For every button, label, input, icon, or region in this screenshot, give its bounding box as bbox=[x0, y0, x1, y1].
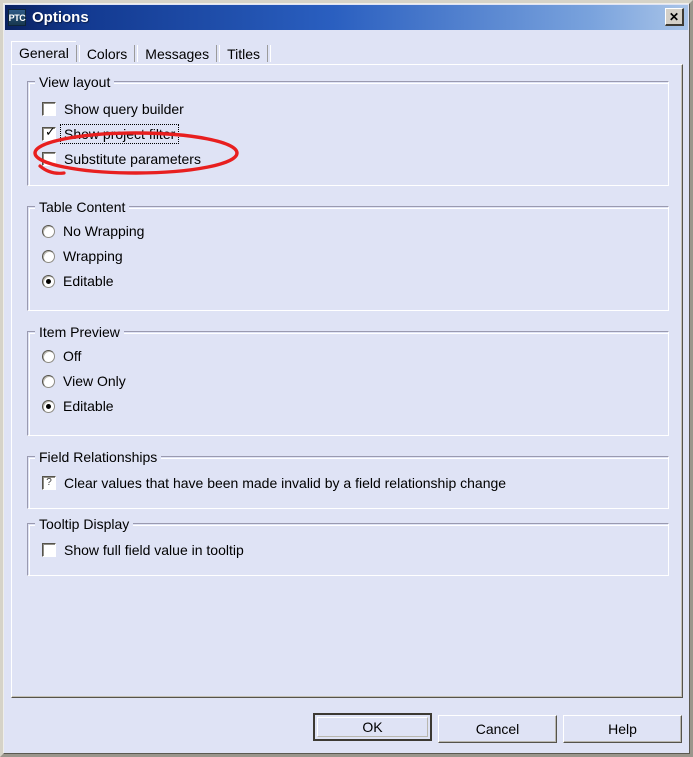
group-body: Show query builder ✓ Show project filter… bbox=[28, 94, 668, 185]
checkbox-row-show-full-field-value[interactable]: Show full field value in tooltip bbox=[42, 540, 244, 560]
ptc-logo-icon: PTC bbox=[8, 9, 26, 26]
group-body: Show full field value in tooltip bbox=[28, 536, 668, 575]
close-icon[interactable]: ✕ bbox=[665, 8, 684, 26]
window-title: Options bbox=[32, 9, 89, 26]
radio-label: No Wrapping bbox=[63, 223, 145, 239]
tab-panel-inner: View layout Show query builder ✓ Show pr… bbox=[12, 65, 682, 697]
radio-unselected-icon[interactable] bbox=[42, 249, 55, 263]
radio-label: Off bbox=[63, 348, 82, 364]
checkbox-indeterminate-icon[interactable]: ? bbox=[42, 476, 56, 490]
radio-label: View Only bbox=[63, 373, 126, 389]
group-title-table-content: Table Content bbox=[35, 199, 130, 215]
checkbox-unchecked-icon[interactable] bbox=[42, 152, 56, 166]
radio-label: Editable bbox=[63, 398, 114, 414]
cancel-button[interactable]: Cancel bbox=[438, 715, 557, 743]
group-title-item-preview: Item Preview bbox=[35, 324, 124, 340]
checkmark-glyph: ✓ bbox=[45, 125, 56, 140]
group-body: ? Clear values that have been made inval… bbox=[28, 469, 668, 508]
checkbox-label: Substitute parameters bbox=[64, 151, 201, 167]
radio-row-wrapping[interactable]: Wrapping bbox=[42, 246, 123, 266]
title-bar[interactable]: PTC Options ✕ bbox=[5, 5, 688, 30]
radio-row-view-only[interactable]: View Only bbox=[42, 371, 126, 391]
radio-row-editable[interactable]: Editable bbox=[42, 396, 114, 416]
radio-unselected-icon[interactable] bbox=[42, 224, 55, 238]
radio-selected-icon[interactable] bbox=[42, 399, 55, 413]
group-title-view-layout: View layout bbox=[35, 74, 115, 90]
help-button-label: Help bbox=[608, 721, 637, 737]
checkbox-label: Show query builder bbox=[64, 101, 184, 117]
radio-row-no-wrapping[interactable]: No Wrapping bbox=[42, 221, 144, 241]
checkbox-row-show-query-builder[interactable]: Show query builder bbox=[42, 99, 184, 119]
radio-unselected-icon[interactable] bbox=[42, 349, 55, 363]
radio-unselected-icon[interactable] bbox=[42, 374, 55, 388]
checkbox-unchecked-icon[interactable] bbox=[42, 102, 56, 116]
radio-selected-icon[interactable] bbox=[42, 274, 55, 288]
checkbox-row-substitute-parameters[interactable]: Substitute parameters bbox=[42, 149, 201, 169]
radio-row-editable[interactable]: Editable bbox=[42, 271, 114, 291]
group-title-field-relationships: Field Relationships bbox=[35, 449, 162, 465]
tab-messages[interactable]: Messages bbox=[138, 43, 217, 65]
radio-dot bbox=[46, 278, 51, 284]
group-view-layout: View layout Show query builder ✓ Show pr… bbox=[27, 74, 669, 186]
tab-titles[interactable]: Titles bbox=[220, 43, 268, 65]
checkbox-label: Clear values that have been made invalid… bbox=[64, 475, 507, 491]
checkbox-label: Show project filter bbox=[59, 124, 180, 144]
radio-label: Wrapping bbox=[63, 248, 123, 264]
tab-separator bbox=[267, 45, 272, 62]
radio-row-off[interactable]: Off bbox=[42, 346, 81, 366]
ok-button[interactable]: OK bbox=[313, 713, 432, 741]
radio-label: Editable bbox=[63, 273, 114, 289]
ok-button-label: OK bbox=[362, 719, 383, 735]
radio-dot bbox=[46, 403, 51, 409]
cancel-button-label: Cancel bbox=[475, 721, 520, 737]
checkbox-row-clear-invalid-values[interactable]: ? Clear values that have been made inval… bbox=[42, 473, 506, 493]
group-item-preview: Item Preview Off View Only Editable bbox=[27, 324, 669, 436]
group-body: No Wrapping Wrapping Editable bbox=[28, 219, 668, 310]
question-mark-glyph: ? bbox=[46, 477, 52, 488]
group-title-tooltip-display: Tooltip Display bbox=[35, 516, 134, 532]
checkbox-row-show-project-filter[interactable]: ✓ Show project filter bbox=[42, 124, 180, 144]
checkbox-checked-icon[interactable]: ✓ bbox=[42, 125, 56, 141]
tab-general[interactable]: General bbox=[11, 41, 76, 65]
checkbox-label: Show full field value in tooltip bbox=[64, 542, 244, 558]
tab-panel-general: View layout Show query builder ✓ Show pr… bbox=[11, 64, 683, 698]
group-table-content: Table Content No Wrapping Wrapping Edita… bbox=[27, 199, 669, 311]
window-inner-frame: PTC Options ✕ General Colors Messages Ti… bbox=[3, 3, 690, 754]
group-field-relationships: Field Relationships ? Clear values that … bbox=[27, 449, 669, 509]
help-button[interactable]: Help bbox=[563, 715, 682, 743]
options-dialog-window: PTC Options ✕ General Colors Messages Ti… bbox=[0, 0, 693, 757]
tab-colors[interactable]: Colors bbox=[79, 43, 135, 65]
group-body: Off View Only Editable bbox=[28, 344, 668, 435]
checkbox-unchecked-icon[interactable] bbox=[42, 543, 56, 557]
tab-strip: General Colors Messages Titles bbox=[11, 41, 272, 65]
group-tooltip-display: Tooltip Display Show full field value in… bbox=[27, 516, 669, 576]
